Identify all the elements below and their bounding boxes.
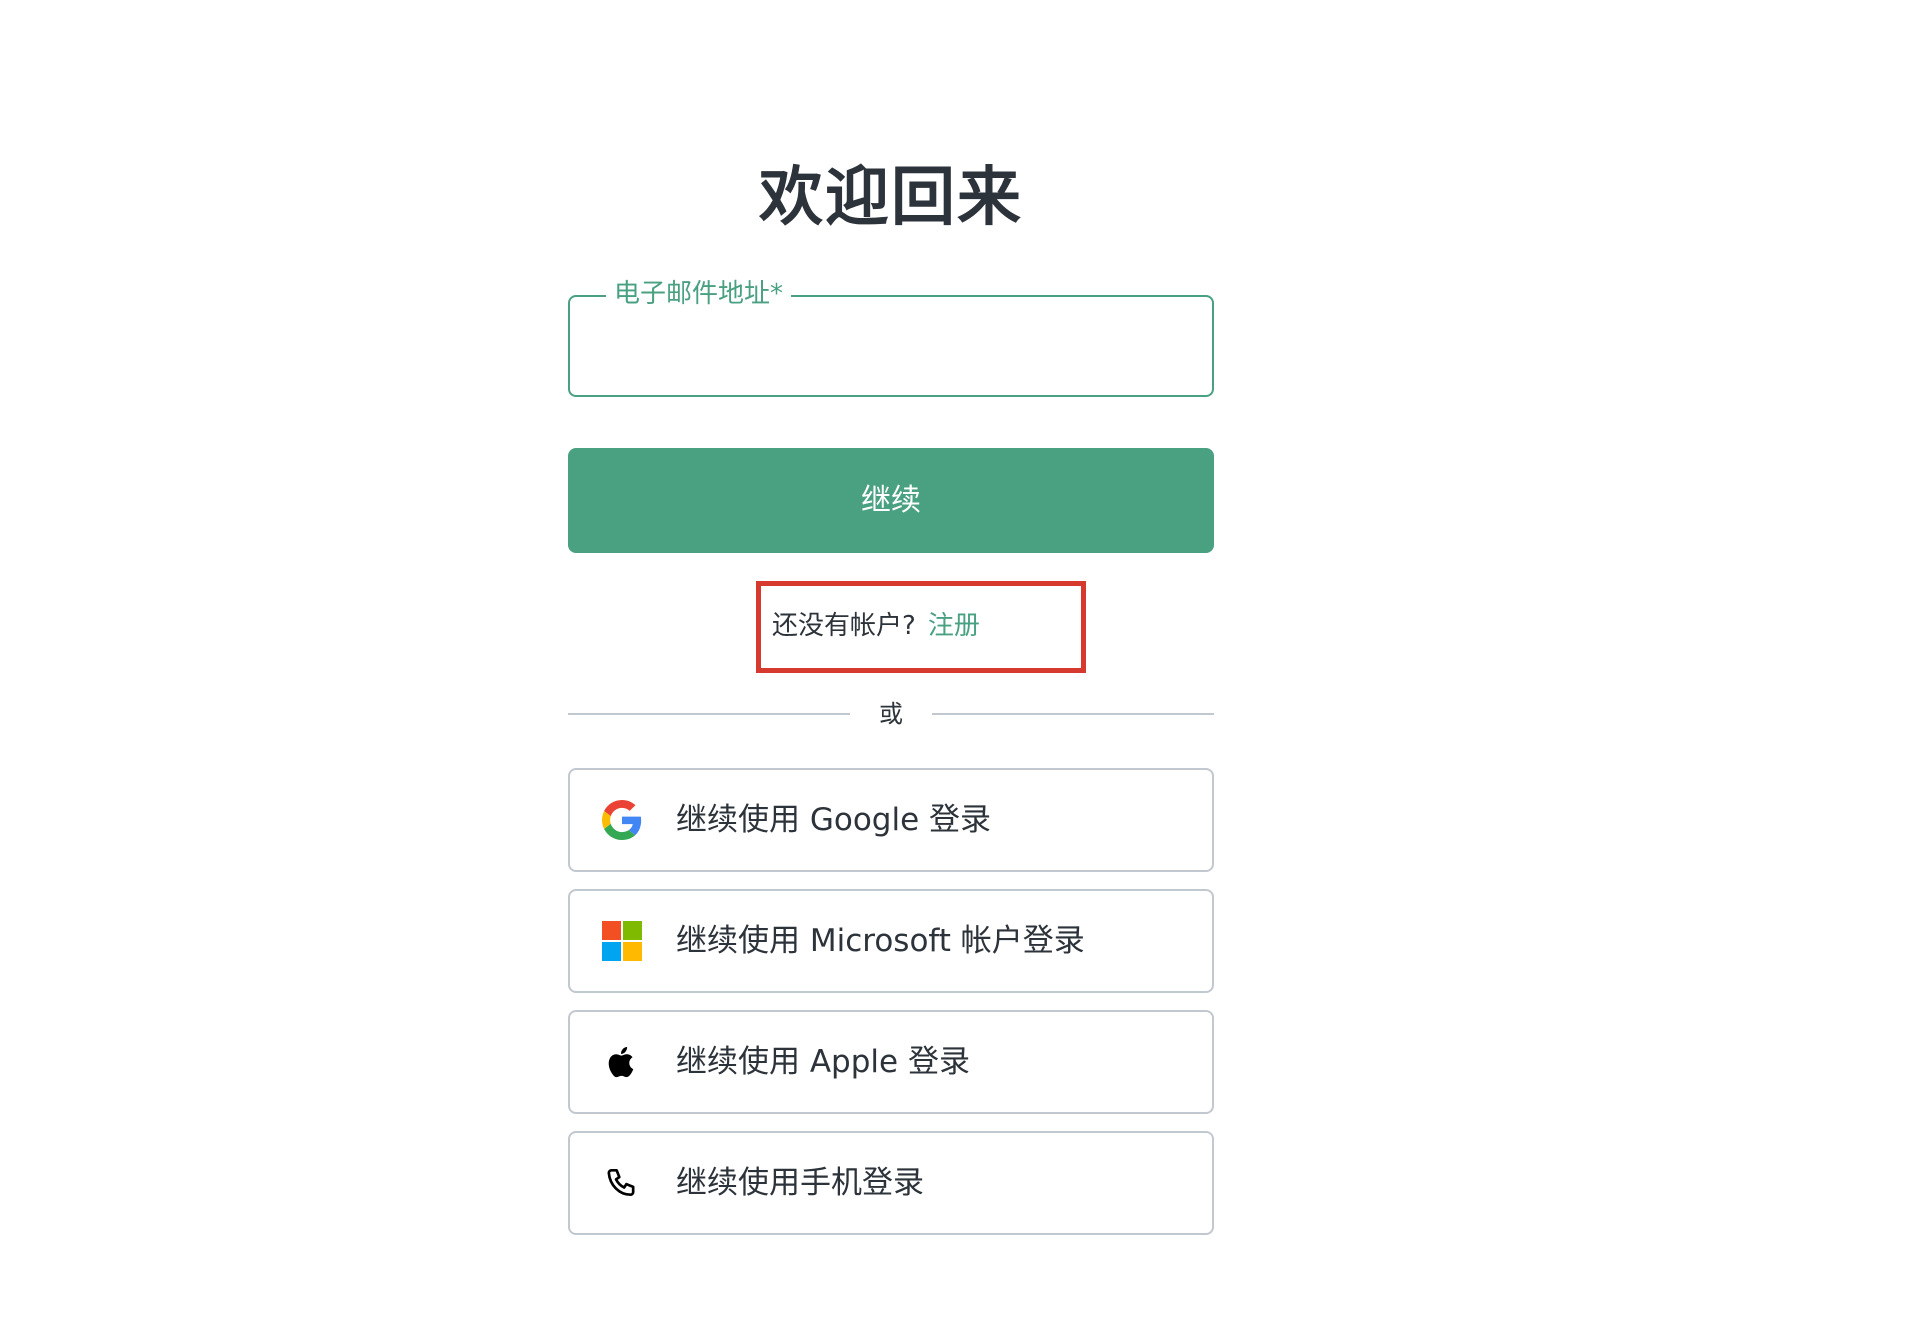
phone-login-button[interactable]: 继续使用手机登录 (568, 1131, 1214, 1235)
microsoft-login-label: 继续使用 Microsoft 帐户登录 (676, 923, 1085, 959)
or-divider: 或 (568, 694, 1214, 734)
email-field[interactable]: 电子邮件地址* (568, 277, 1214, 397)
signup-link[interactable]: 注册 (928, 611, 980, 641)
microsoft-icon (602, 921, 642, 961)
signup-row: 还没有帐户? 注册 (772, 604, 980, 648)
email-label: 电子邮件地址* (606, 277, 792, 311)
email-input[interactable] (590, 325, 1194, 371)
microsoft-login-button[interactable]: 继续使用 Microsoft 帐户登录 (568, 889, 1214, 993)
google-login-label: 继续使用 Google 登录 (676, 802, 992, 838)
page-title: 欢迎回来 (759, 161, 1023, 235)
apple-login-button[interactable]: 继续使用 Apple 登录 (568, 1010, 1214, 1114)
divider-text: 或 (879, 700, 903, 728)
continue-button[interactable]: 继续 (568, 448, 1214, 553)
phone-login-label: 继续使用手机登录 (676, 1165, 924, 1201)
phone-icon (602, 1163, 642, 1203)
google-login-button[interactable]: 继续使用 Google 登录 (568, 768, 1214, 872)
apple-login-label: 继续使用 Apple 登录 (676, 1044, 970, 1080)
google-icon (602, 800, 642, 840)
apple-icon (602, 1042, 642, 1082)
divider-line-right (932, 713, 1214, 715)
signup-prompt: 还没有帐户? (772, 611, 916, 641)
divider-line-left (568, 713, 850, 715)
